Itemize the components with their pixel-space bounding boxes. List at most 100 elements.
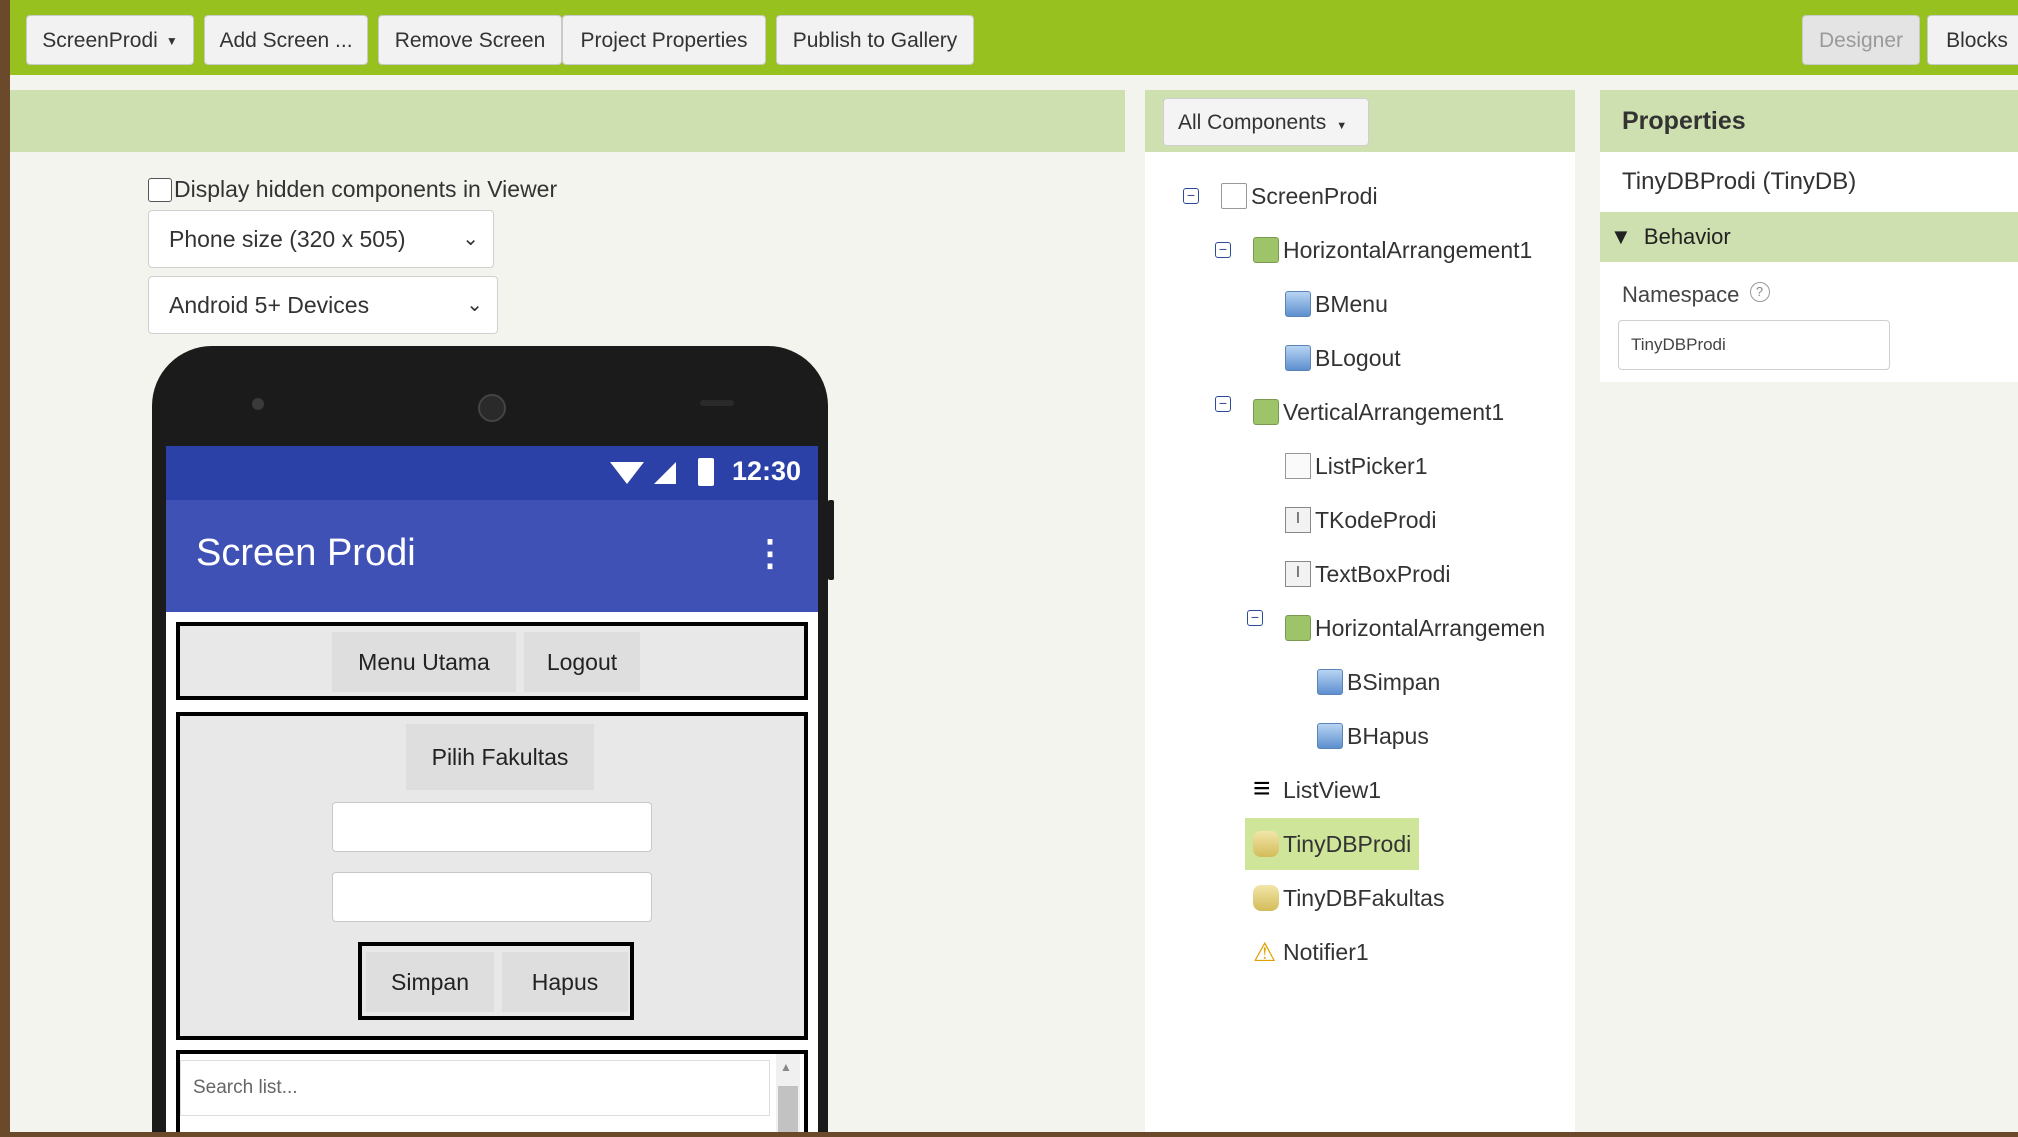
pilih-fakultas-button[interactable]: Pilih Fakultas [406,724,594,790]
search-list-input[interactable]: Search list... [180,1060,770,1116]
add-screen-button[interactable]: Add Screen ... [204,15,368,65]
notifier-icon: ⚠ [1253,937,1277,967]
tree-node-notifier1[interactable]: ⚠ Notifier1 [1253,932,1369,972]
signal-icons [610,462,676,484]
selected-component-name: TinyDBProdi (TinyDB) [1622,168,1857,195]
tree-node-bsimpan[interactable]: BSimpan [1317,662,1440,702]
tree-node-label: HorizontalArrangemen [1315,615,1546,641]
properties-card: TinyDBProdi (TinyDB) ▼ Behavior Namespac… [1600,152,2018,382]
components-tree: − − − − ScreenProdi HorizontalArrangemen… [1145,152,1575,1132]
tree-node-label: BHapus [1347,723,1429,749]
tree-node-bmenu[interactable]: BMenu [1285,284,1388,324]
phone-side-button [828,500,834,580]
listview-icon: ≡ [1253,772,1271,805]
all-components-button[interactable]: All Components ▼ [1163,98,1369,146]
phone-clock: 12:30 [732,456,802,486]
collapse-toggle-icon[interactable]: − [1215,242,1231,258]
remove-screen-button[interactable]: Remove Screen [378,15,562,65]
logout-button[interactable]: Logout [524,632,640,692]
tree-node-tinydbprodi[interactable]: TinyDBProdi [1245,818,1420,870]
behavior-label: Behavior [1643,224,1731,249]
tree-node-blogout[interactable]: BLogout [1285,338,1401,378]
phone-camera [478,394,506,422]
listview-scrollbar[interactable]: ▲ [776,1054,800,1132]
textbox-icon: I [1285,561,1311,587]
tree-node-tkodeprodi[interactable]: I TKodeProdi [1285,500,1436,540]
app-inventor-designer: ScreenProdi ▼ Add Screen ... Remove Scree… [10,0,2018,1132]
appbar-gap [166,612,818,622]
properties-panel: Properties TinyDBProdi (TinyDB) ▼ Behavi… [1600,90,2018,1132]
namespace-label: Namespace [1622,282,1740,307]
scroll-up-icon[interactable]: ▲ [780,1060,792,1074]
tree-node-label: ListPicker1 [1315,453,1428,479]
hapus-button[interactable]: Hapus [502,952,628,1012]
menu-utama-button[interactable]: Menu Utama [332,632,516,692]
listpicker-icon [1285,453,1311,479]
collapse-toggle-icon[interactable]: − [1247,610,1263,626]
collapse-triangle-icon: ▼ [1610,224,1632,249]
tree-node-verticalarrangement1[interactable]: VerticalArrangement1 [1253,392,1504,432]
phone-app-bar: Screen Prodi ⋮ [166,500,818,612]
components-panel: All Components ▼ − − − − ScreenProdi Hori… [1145,90,1575,1132]
listview-1[interactable]: Search list... ▲ [176,1050,808,1132]
tinydb-icon [1253,885,1279,911]
tree-node-listpicker1[interactable]: ListPicker1 [1285,446,1427,486]
tree-node-listview1[interactable]: ≡ ListView1 [1253,770,1381,810]
tinydb-icon [1253,831,1279,857]
display-hidden-row: Display hidden components in Viewer [148,176,557,203]
phone-size-select[interactable]: Phone size (320 x 505) ⌄ [148,210,494,268]
phone-screen: 12:30 Screen Prodi ⋮ Menu Utama Logout P… [166,446,818,1132]
screen-select-label: ScreenProdi [42,29,158,52]
button-icon [1285,345,1311,371]
prodi-textbox[interactable] [332,872,652,922]
screen-select-button[interactable]: ScreenProdi ▼ [26,15,194,65]
kode-prodi-textbox[interactable] [332,802,652,852]
all-components-label: All Components [1178,111,1327,134]
vertical-arrangement-icon [1253,399,1279,425]
simpan-button[interactable]: Simpan [366,952,494,1012]
blocks-button[interactable]: Blocks [1927,15,2018,65]
tree-node-label: TinyDBFakultas [1283,885,1445,911]
vertical-arrangement-1[interactable]: Pilih Fakultas Simpan Hapus [176,712,808,1040]
project-properties-button[interactable]: Project Properties [562,15,766,65]
behavior-section-header[interactable]: ▼ Behavior [1600,212,2018,262]
help-icon[interactable]: ? [1749,282,1770,302]
top-toolbar: ScreenProdi ▼ Add Screen ... Remove Scree… [10,0,2018,75]
horizontal-arrangement-2[interactable]: Simpan Hapus [358,942,634,1020]
tree-node-label: ListView1 [1283,777,1382,803]
button-icon [1285,291,1311,317]
collapse-toggle-icon[interactable]: − [1183,188,1199,204]
phone-sensor [252,398,264,410]
tree-node-horizontalarrangement1[interactable]: HorizontalArrangement1 [1253,230,1532,270]
namespace-input[interactable]: TinyDBProdi [1618,320,1890,370]
caret-down-icon: ▼ [165,34,178,49]
tree-node-label: Notifier1 [1283,939,1369,965]
caret-down-icon: ▼ [1336,120,1348,132]
android-version-select[interactable]: Android 5+ Devices ⌄ [148,276,498,334]
screen-icon [1221,183,1247,209]
tree-node-label: ScreenProdi [1251,183,1378,209]
tree-node-label: TextBoxProdi [1315,561,1451,587]
components-header: All Components ▼ [1145,90,1575,152]
tree-node-textboxprodi[interactable]: I TextBoxProdi [1285,554,1451,594]
phone-status-bar: 12:30 [166,446,818,500]
namespace-label-row: Namespace ? [1622,282,1770,308]
display-hidden-label: Display hidden components in Viewer [174,176,558,202]
overflow-menu-icon[interactable]: ⋮ [752,532,788,574]
viewer-header [10,90,1125,152]
android-version-value: Android 5+ Devices [169,292,370,318]
app-title: Screen Prodi [196,532,416,574]
publish-gallery-button[interactable]: Publish to Gallery [776,15,974,65]
tree-node-tinydbfakultas[interactable]: TinyDBFakultas [1253,878,1444,918]
tree-node-label: VerticalArrangement1 [1283,399,1505,425]
scrollbar-thumb[interactable] [778,1086,798,1132]
tree-node-screenprodi[interactable]: ScreenProdi [1221,176,1378,216]
horizontal-arrangement-1[interactable]: Menu Utama Logout [176,622,808,700]
collapse-toggle-icon[interactable]: − [1215,396,1231,412]
tree-node-label: BSimpan [1347,669,1441,695]
tree-node-horizontalarrangement2[interactable]: HorizontalArrangemen [1285,608,1545,648]
battery-icon [698,458,714,486]
tree-node-bhapus[interactable]: BHapus [1317,716,1429,756]
designer-button[interactable]: Designer [1802,15,1920,65]
display-hidden-checkbox[interactable] [148,177,172,202]
